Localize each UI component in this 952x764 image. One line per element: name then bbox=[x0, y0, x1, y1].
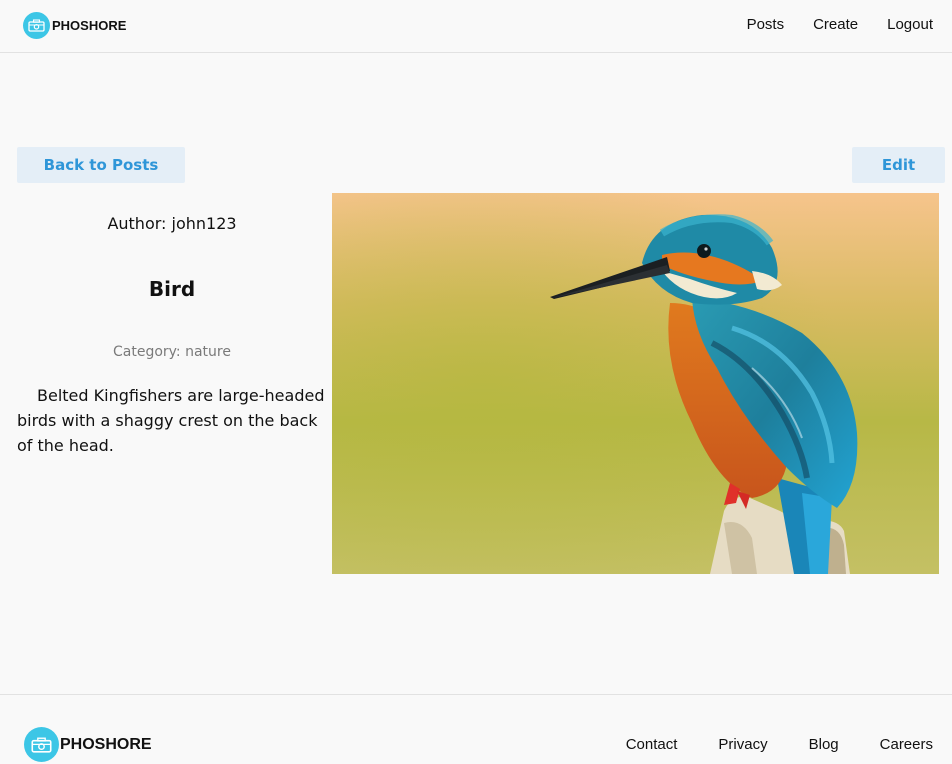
footer-brand-name: PHOSHORE bbox=[60, 735, 152, 753]
camera-icon bbox=[23, 12, 50, 39]
main-nav: Posts Create Logout bbox=[747, 16, 933, 33]
footer-logo[interactable]: PHOSHORE bbox=[24, 727, 152, 762]
header-logo[interactable]: PHOSHORE bbox=[23, 12, 126, 39]
nav-posts[interactable]: Posts bbox=[747, 16, 785, 33]
post-description: Belted Kingfishers are large-headed bird… bbox=[17, 386, 325, 455]
site-header: PHOSHORE Posts Create Logout bbox=[0, 0, 952, 53]
brand-name: PHOSHORE bbox=[52, 18, 127, 33]
footer-nav: Contact Privacy Blog Careers bbox=[626, 736, 933, 753]
footer-link-contact[interactable]: Contact bbox=[626, 736, 678, 753]
post-title: Bird bbox=[148, 277, 196, 301]
footer-link-careers[interactable]: Careers bbox=[880, 736, 933, 753]
post-image bbox=[332, 193, 939, 574]
footer-link-privacy[interactable]: Privacy bbox=[718, 736, 767, 753]
back-to-posts-button[interactable]: Back to Posts bbox=[17, 147, 185, 183]
nav-logout[interactable]: Logout bbox=[887, 16, 933, 33]
site-footer: PHOSHORE Contact Privacy Blog Careers bbox=[0, 694, 952, 764]
camera-icon bbox=[24, 727, 59, 762]
post-author: Author: john123 bbox=[107, 214, 237, 233]
edit-button[interactable]: Edit bbox=[852, 147, 945, 183]
nav-create[interactable]: Create bbox=[813, 16, 858, 33]
footer-link-blog[interactable]: Blog bbox=[809, 736, 839, 753]
post-category: Category: nature bbox=[113, 344, 231, 360]
